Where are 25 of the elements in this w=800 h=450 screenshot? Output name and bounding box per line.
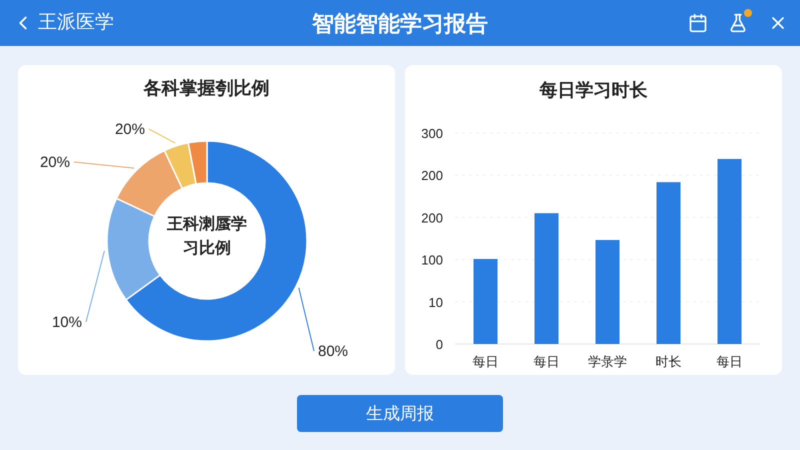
card-title: 各科掌握刳比例 [144, 77, 270, 100]
x-axis-label: 每日 [716, 354, 742, 369]
x-axis-label: 学彔学 [588, 354, 627, 369]
leader-line [74, 162, 135, 169]
percent-label: 20% [40, 154, 70, 171]
x-axis-label: 每日 [534, 354, 560, 369]
leader-line [148, 128, 176, 144]
calendar-button[interactable] [688, 13, 708, 33]
donut-center-label: 王科溂蜃学习比例 [166, 214, 248, 259]
y-tick-label: 10 [428, 294, 443, 310]
page-title: 智能智能学习报告 [312, 10, 488, 38]
y-tick-label: 200 [421, 168, 443, 184]
y-tick-label: 200 [421, 210, 443, 226]
y-tick-label: 0 [436, 337, 443, 352]
back-button[interactable]: 王派医学 [12, 8, 114, 38]
percent-label: 80% [318, 343, 348, 360]
percent-label: 10% [52, 314, 82, 331]
percent-label: 20% [114, 121, 145, 138]
generate-report-button[interactable]: 生成周报 [297, 395, 503, 432]
y-tick-label: 300 [421, 126, 443, 141]
x-axis-label: 时长 [656, 354, 682, 369]
x-axis-label: 每日 [472, 354, 498, 369]
y-tick-label: 100 [421, 252, 443, 268]
card-title: 每日学习时长 [540, 79, 648, 102]
leader-line [298, 287, 314, 352]
